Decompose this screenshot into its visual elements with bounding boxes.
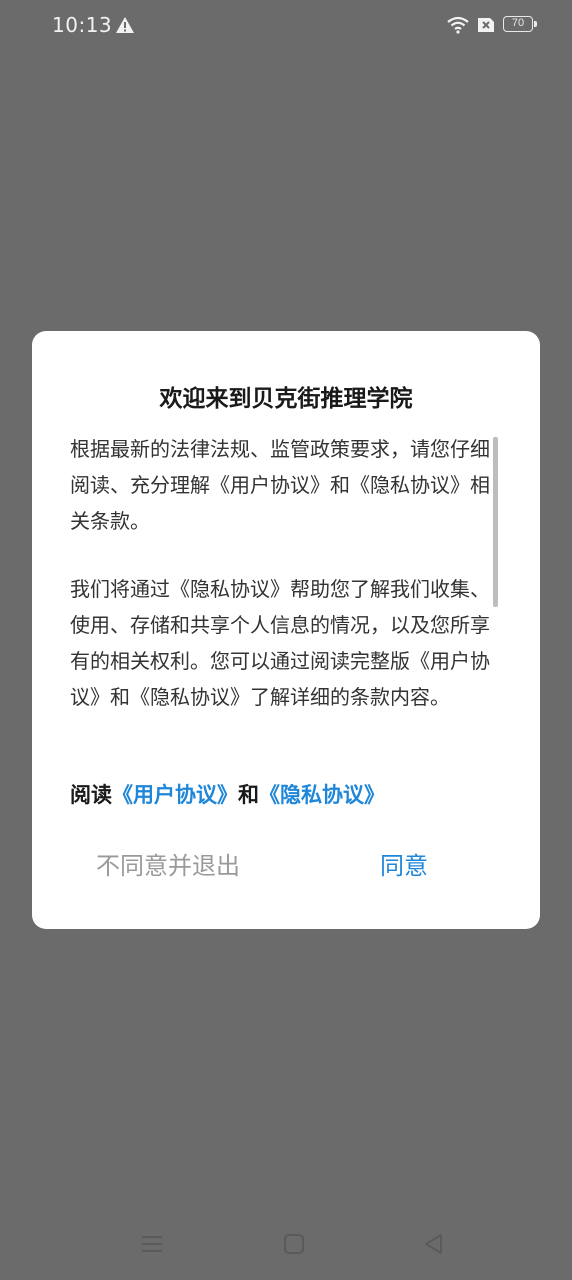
home-icon[interactable] (282, 1232, 306, 1256)
sim-off-icon (478, 18, 494, 32)
read-prefix: 阅读 (70, 783, 112, 807)
agree-button[interactable]: 同意 (350, 841, 458, 891)
decline-exit-button[interactable]: 不同意并退出 (72, 841, 264, 891)
wifi-icon (447, 16, 469, 34)
privacy-dialog: 欢迎来到贝克街推理学院 根据最新的法律法规、监管政策要求，请您仔细阅读、充分理解… (32, 331, 540, 929)
battery-tip (534, 21, 537, 27)
read-and: 和 (238, 783, 259, 807)
menu-icon[interactable] (140, 1232, 164, 1256)
status-bar: 10:13 70 (0, 0, 572, 52)
navigation-bar (0, 1220, 572, 1270)
status-time: 10:13 (52, 13, 113, 37)
battery-icon: 70 (503, 16, 537, 34)
scrollbar-thumb[interactable] (493, 437, 498, 607)
privacy-agreement-link[interactable]: 《隐私协议》 (259, 783, 385, 807)
back-icon[interactable] (422, 1232, 446, 1256)
warning-icon (116, 17, 134, 33)
dialog-scroll-content[interactable]: 根据最新的法律法规、监管政策要求，请您仔细阅读、充分理解《用户协议》和《隐私协议… (70, 431, 494, 751)
user-agreement-link[interactable]: 《用户协议》 (112, 783, 238, 807)
app-screen: 10:13 70 欢迎来到贝克街推理学院 根据最新的法律法规、监管政策要求，请您… (0, 0, 572, 1280)
dialog-paragraph-1: 根据最新的法律法规、监管政策要求，请您仔细阅读、充分理解《用户协议》和《隐私协议… (70, 437, 490, 533)
dialog-title: 欢迎来到贝克街推理学院 (159, 386, 413, 412)
agreement-links-line: 阅读《用户协议》和《隐私协议》 (70, 779, 385, 809)
battery-level: 70 (503, 16, 533, 32)
dialog-paragraph-2: 我们将通过《隐私协议》帮助您了解我们收集、使用、存储和共享个人信息的情况，以及您… (70, 577, 490, 709)
